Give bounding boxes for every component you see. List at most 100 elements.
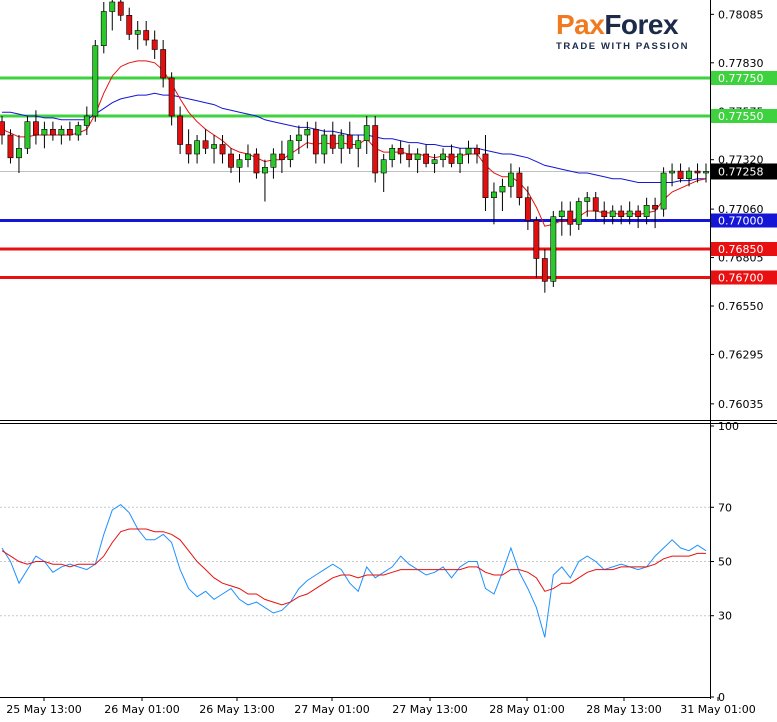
candle-body	[304, 129, 311, 136]
candle	[126, 7, 133, 40]
price-tick-label: 0.77830	[718, 57, 764, 70]
candle	[448, 144, 455, 168]
candle	[177, 106, 184, 154]
candle-body	[151, 39, 158, 50]
time-tick-label: 28 May 13:00	[586, 703, 661, 716]
current-price-label: 0.77258	[718, 165, 764, 178]
candle-body	[143, 30, 150, 41]
time-tick-label: 27 May 01:00	[294, 703, 369, 716]
candle	[100, 2, 107, 54]
candle-body	[457, 153, 463, 164]
candle-body	[66, 129, 73, 136]
candle	[558, 201, 565, 236]
osc-fast-line	[1, 503, 707, 638]
candle-body	[550, 216, 557, 282]
candle	[584, 192, 591, 217]
level-label: 0.76700	[718, 272, 764, 285]
candle	[236, 154, 243, 183]
time-tick-label: 26 May 13:00	[199, 703, 274, 716]
candle-body	[32, 121, 39, 136]
time-tick-label: 27 May 13:00	[392, 703, 467, 716]
candle-body	[397, 148, 404, 155]
candle	[652, 197, 659, 229]
candle-body	[117, 1, 124, 16]
candle-body	[202, 140, 209, 149]
candle-body	[533, 220, 540, 259]
candle-body	[83, 115, 90, 126]
candle-body	[465, 148, 472, 155]
candle-body	[372, 125, 379, 174]
candle	[312, 121, 319, 164]
candle	[49, 121, 56, 141]
chart-svg: 0.780850.778300.775750.773200.770600.768…	[0, 0, 777, 716]
candle-body	[380, 159, 387, 174]
candle-body	[287, 140, 294, 160]
candle	[703, 163, 709, 183]
osc-tick-label: 70	[718, 501, 732, 514]
level-label: 0.77550	[718, 110, 764, 123]
candle	[262, 159, 268, 202]
osc-tick-label: 50	[718, 556, 732, 569]
candle	[75, 121, 82, 141]
candle	[228, 148, 234, 173]
candle-body	[440, 153, 446, 160]
candle-body	[0, 121, 5, 136]
candle	[592, 192, 599, 221]
candle	[491, 182, 497, 225]
candle	[16, 135, 22, 173]
level-label: 0.77000	[718, 215, 764, 228]
candle	[66, 121, 73, 141]
candle	[499, 178, 506, 211]
candle-body	[677, 170, 684, 180]
candle-body	[541, 258, 548, 282]
osc-tick-label: 30	[718, 610, 732, 623]
candle-body	[524, 197, 531, 221]
axes: 0.780850.778300.775750.773200.770600.768…	[0, 0, 777, 716]
candle-body	[516, 172, 523, 199]
candle	[24, 116, 31, 154]
candle-body	[686, 170, 692, 180]
candle-body	[194, 140, 201, 155]
candle-body	[185, 144, 192, 155]
candle-body	[474, 148, 480, 155]
candle-body	[329, 134, 336, 149]
time-tick-label: 25 May 13:00	[6, 703, 81, 716]
chart-container: 0.780850.778300.775750.773200.770600.768…	[0, 0, 777, 718]
candle	[380, 154, 387, 192]
candle	[109, 0, 116, 31]
candle-body	[75, 125, 82, 136]
candle	[134, 21, 141, 50]
price-tick-label: 0.76295	[718, 348, 764, 361]
candle	[287, 135, 294, 168]
candle-body	[363, 125, 370, 141]
candle	[516, 167, 523, 206]
candle-body	[228, 153, 234, 168]
candle	[346, 121, 353, 154]
candle-body	[414, 153, 421, 160]
candle	[440, 148, 446, 168]
candle-body	[58, 129, 65, 136]
candle-body	[703, 171, 709, 174]
candle	[465, 140, 472, 164]
candle-body	[295, 134, 302, 141]
candle-body	[177, 115, 184, 145]
candle-body	[575, 201, 582, 225]
candle-body	[652, 205, 659, 210]
candle-body	[643, 205, 650, 218]
candle	[168, 72, 175, 126]
candle	[533, 216, 540, 278]
candle	[423, 144, 430, 168]
candle-body	[278, 153, 285, 160]
candle-body	[567, 210, 574, 225]
candle-body	[431, 159, 438, 164]
candle-body	[211, 144, 217, 149]
time-tick-label: 26 May 01:00	[104, 703, 179, 716]
osc-tick-label: 100	[718, 420, 739, 433]
candle	[211, 135, 217, 164]
oscillator-pane	[0, 503, 710, 638]
ma-slow-line	[2, 92, 706, 183]
time-tick-label: 31 May 01:00	[680, 703, 755, 716]
candle-body	[601, 210, 608, 217]
candle-body	[16, 148, 22, 159]
candle	[397, 140, 404, 164]
